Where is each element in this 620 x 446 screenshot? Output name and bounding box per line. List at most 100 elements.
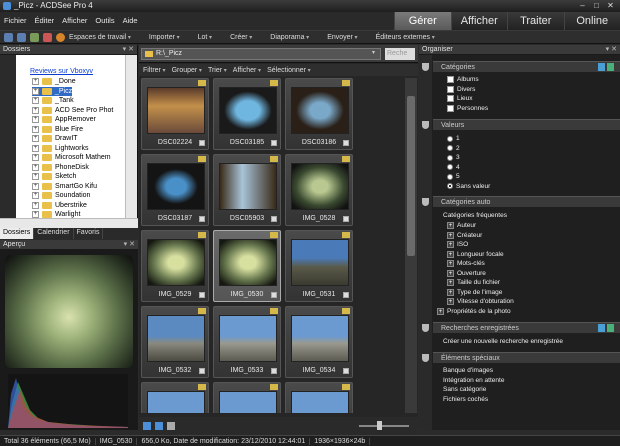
expand-icon[interactable]: + <box>447 279 454 286</box>
folder-item[interactable]: + PhoneDisk <box>32 163 89 173</box>
tab-dossiers[interactable]: Dossiers <box>0 228 35 239</box>
special-item[interactable]: Intégration en attente <box>443 377 504 384</box>
folder-item[interactable]: + _Done <box>32 77 76 87</box>
auto-category-item[interactable]: + Ouverture <box>447 269 486 277</box>
group-menu[interactable]: Grouper <box>172 67 202 74</box>
path-field[interactable]: R:\_Picz <box>141 48 381 60</box>
rating-item[interactable]: 2 <box>447 145 460 152</box>
auto-category-item[interactable]: + Vitesse d'obturation <box>447 298 514 305</box>
section-valeurs[interactable]: Valeurs <box>433 119 620 130</box>
thumbnail[interactable]: IMG_0532 <box>141 306 209 378</box>
special-item[interactable]: Fichiers cochés <box>443 396 488 403</box>
category-item[interactable]: Divers <box>447 85 475 93</box>
edit-icon[interactable] <box>607 63 614 71</box>
thumbnail-scrollbar[interactable] <box>405 78 417 413</box>
expand-icon[interactable]: + <box>32 163 39 171</box>
category-item[interactable]: Albums <box>447 76 479 83</box>
folder-item[interactable]: + Sketch <box>32 172 76 182</box>
folder-item[interactable]: + _Tank <box>32 96 74 106</box>
folder-item[interactable]: + Soundation <box>32 191 90 201</box>
expand-icon[interactable]: + <box>32 125 39 133</box>
edit-icon[interactable] <box>607 324 614 332</box>
thumbnail[interactable]: DSC05903 <box>213 154 281 226</box>
home-icon[interactable] <box>56 32 65 42</box>
auto-category-item[interactable]: + Taille du fichier <box>447 279 500 286</box>
thumbnail[interactable]: DSC03187 <box>141 154 209 226</box>
expand-icon[interactable]: + <box>447 288 454 296</box>
auto-category-item[interactable]: + Créateur <box>447 231 482 239</box>
expand-icon[interactable]: + <box>447 298 454 305</box>
checkbox[interactable] <box>447 85 454 93</box>
expand-icon[interactable]: + <box>447 241 454 248</box>
menu-aide[interactable]: Aide <box>123 16 138 25</box>
pin-icon[interactable]: ▾ ✕ <box>606 45 617 55</box>
thumbnail[interactable]: DSC02224 <box>141 78 209 150</box>
thumbnail[interactable]: IMG_0529 <box>141 230 209 302</box>
thumbnail[interactable] <box>141 382 209 413</box>
folder-item[interactable]: + SmartGo Kifu <box>32 182 97 192</box>
thumbnail[interactable]: IMG_0530 <box>213 230 281 302</box>
radio-button[interactable] <box>447 145 453 151</box>
expand-icon[interactable]: + <box>32 173 39 181</box>
folder-item[interactable]: + Warlight <box>32 210 80 218</box>
radio-button[interactable] <box>447 135 453 142</box>
checkbox[interactable] <box>447 104 454 112</box>
back-icon[interactable] <box>4 32 13 42</box>
rating-item[interactable]: 4 <box>447 164 460 171</box>
expand-icon[interactable]: + <box>32 154 39 162</box>
refresh-icon[interactable] <box>30 32 39 42</box>
rating-item[interactable]: 5 <box>447 173 460 180</box>
thumbnail[interactable] <box>285 382 353 413</box>
category-item[interactable]: Personnes <box>447 104 488 112</box>
mode-online[interactable]: Online <box>563 12 620 30</box>
create-saved-search[interactable]: Créer une nouvelle recherche enregistrée <box>443 338 563 345</box>
pin-icon[interactable]: ▾ ✕ <box>124 240 135 250</box>
toolbar-envoyer[interactable]: Envoyer <box>327 34 357 41</box>
thumbnail[interactable]: DSC03186 <box>285 78 353 150</box>
maximize-button[interactable]: □ <box>591 1 602 10</box>
toolbar-diaporama[interactable]: Diaporama <box>270 34 309 41</box>
menu-outils[interactable]: Outils <box>95 16 114 25</box>
special-item[interactable]: Sans catégorie <box>443 386 486 393</box>
zoom-slider[interactable] <box>359 425 409 427</box>
folder-item[interactable]: + Blue Fire <box>32 125 83 135</box>
pin-icon[interactable]: ▾ ✕ <box>123 45 134 55</box>
radio-button[interactable] <box>447 173 453 180</box>
thumbnail[interactable]: IMG_0534 <box>285 306 353 378</box>
auto-category-item[interactable]: + Longueur focale <box>447 250 504 258</box>
menu-afficher[interactable]: Afficher <box>62 16 87 25</box>
folder-tree-hscrollbar[interactable] <box>0 218 138 228</box>
expand-icon[interactable]: + <box>447 269 454 277</box>
thumbnail[interactable]: IMG_0533 <box>213 306 281 378</box>
thumbnail[interactable]: IMG_0531 <box>285 230 353 302</box>
folder-item[interactable]: + DrawIT <box>32 134 78 144</box>
view-menu[interactable]: Afficher <box>233 67 261 74</box>
toolbar-importer[interactable]: Importer <box>149 34 180 41</box>
folder-item[interactable]: + Microsoft Mathem <box>32 153 111 163</box>
expand-icon[interactable]: + <box>447 250 454 258</box>
thumbnail[interactable]: IMG_0528 <box>285 154 353 226</box>
search-input[interactable]: Reche <box>385 48 415 60</box>
special-item[interactable]: Banque d'images <box>443 367 493 374</box>
checkbox[interactable] <box>447 76 454 83</box>
minimize-button[interactable]: – <box>577 1 588 10</box>
path-dropdown-icon[interactable]: ▾ <box>372 49 375 56</box>
stop-icon[interactable] <box>43 32 52 42</box>
thumbnail[interactable] <box>213 382 281 413</box>
frequent-categories[interactable]: Catégories fréquentes <box>443 212 507 219</box>
expand-icon[interactable]: + <box>32 144 39 152</box>
toolbar-creer[interactable]: Créer <box>230 34 252 41</box>
toolbar-editeurs[interactable]: Éditeurs externes <box>376 34 435 41</box>
radio-button[interactable] <box>447 154 453 161</box>
folder-item[interactable]: + _Picz <box>32 86 73 96</box>
section-saved-searches[interactable]: Recherches enregistrées <box>433 322 620 333</box>
add-icon[interactable] <box>598 63 605 71</box>
expand-icon[interactable]: + <box>447 260 454 267</box>
section-categories[interactable]: Catégories <box>433 61 620 72</box>
menu-editer[interactable]: Éditer <box>35 16 55 25</box>
radio-button[interactable] <box>447 183 453 189</box>
auto-category-item[interactable]: + Auteur <box>447 222 476 229</box>
toolbar-lot[interactable]: Lot <box>198 34 212 41</box>
filmstrip-icon[interactable] <box>155 422 163 430</box>
expand-icon[interactable]: + <box>32 192 39 200</box>
